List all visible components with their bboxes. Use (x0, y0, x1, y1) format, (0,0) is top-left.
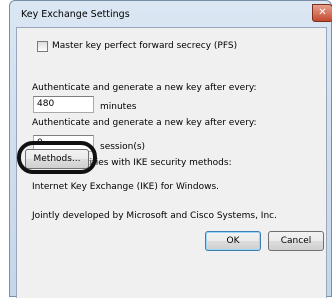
close-button[interactable]: ✕ (312, 4, 332, 22)
minutes-input[interactable]: 480 (33, 96, 94, 113)
ike-info-text: Internet Key Exchange (IKE) for Windows. (32, 182, 220, 192)
title-bar[interactable]: Key Exchange Settings ✕ (10, 1, 332, 27)
sessions-unit: session(s) (100, 142, 146, 152)
close-icon: ✕ (318, 7, 327, 18)
pfs-label: Master key perfect forward secrecy (PFS) (52, 41, 238, 51)
methods-highlight-ring (17, 141, 97, 174)
cancel-button[interactable]: Cancel (268, 231, 324, 251)
dialog-title: Key Exchange Settings (21, 9, 130, 20)
dialog-content: Master key perfect forward secrecy (PFS)… (16, 27, 327, 298)
sessions-label: Authenticate and generate a new key afte… (32, 118, 257, 128)
key-exchange-settings-dialog: Key Exchange Settings ✕ Master key perfe… (9, 0, 332, 298)
pfs-checkbox[interactable] (37, 41, 48, 52)
developer-info-text: Jointly developed by Microsoft and Cisco… (32, 211, 277, 221)
minutes-label: Authenticate and generate a new key afte… (32, 83, 257, 93)
minutes-unit: minutes (100, 102, 137, 112)
ok-button[interactable]: OK (205, 231, 261, 251)
